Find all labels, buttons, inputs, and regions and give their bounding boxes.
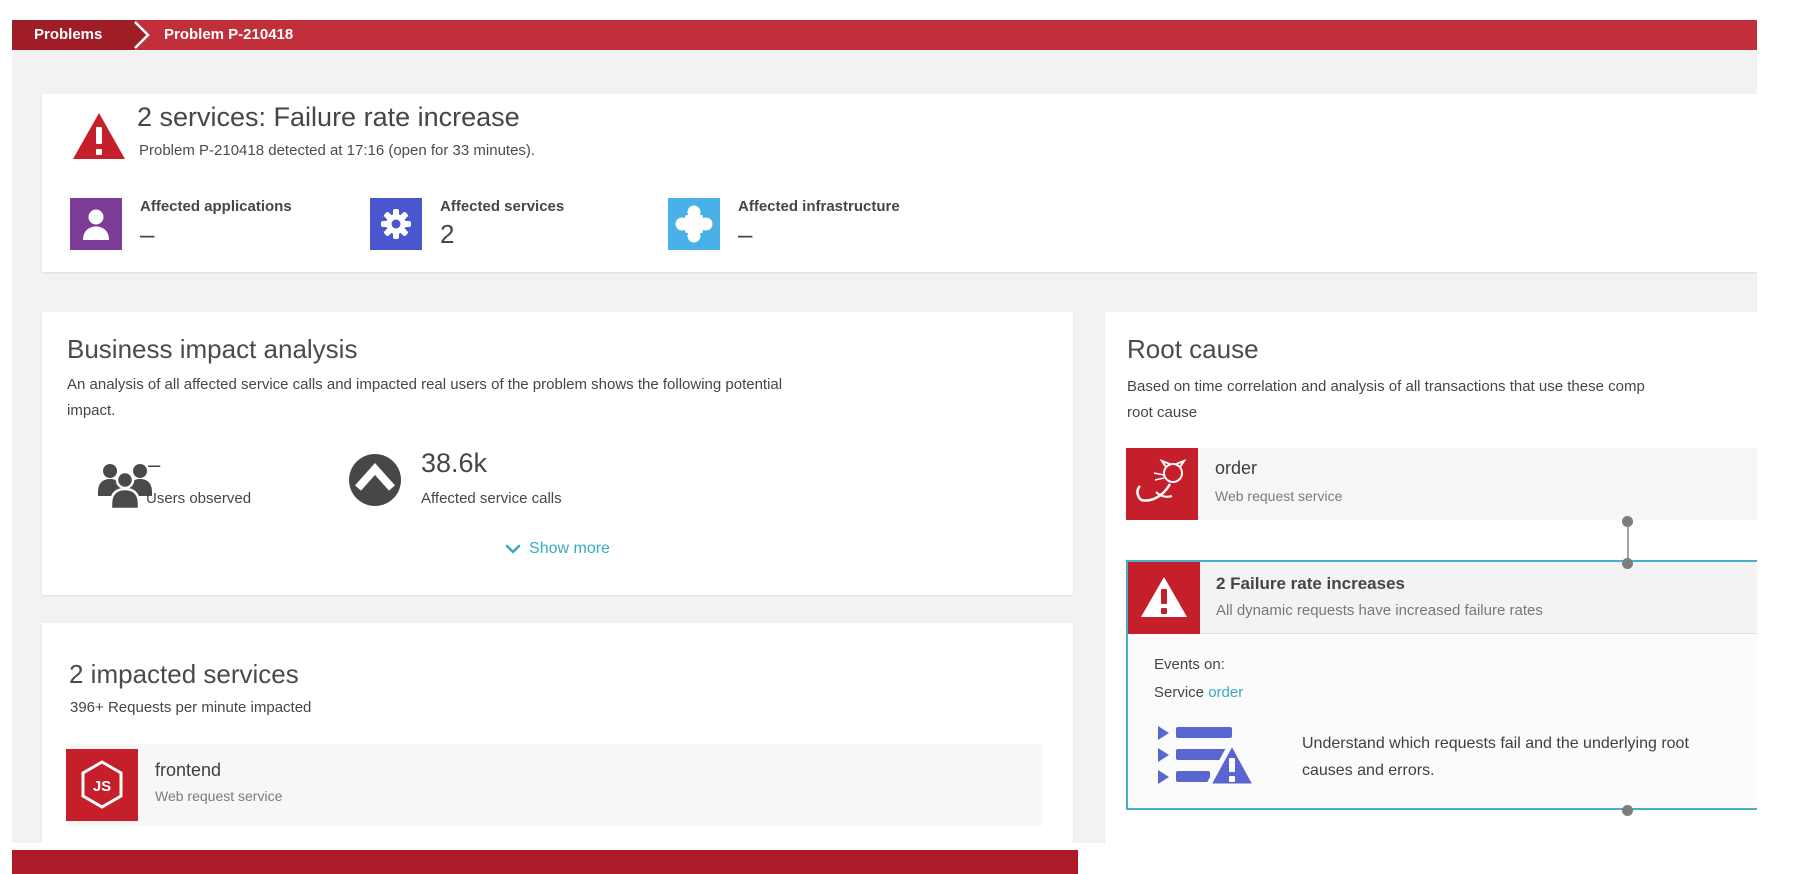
timeline-dot-middle xyxy=(1622,558,1633,569)
timeline-dot-bottom xyxy=(1622,805,1633,816)
breadcrumb-item-current-problem[interactable]: Problem P-210418 xyxy=(164,20,293,50)
affected-service-calls-value: 38.6k xyxy=(421,448,487,479)
problem-title: 2 services: Failure rate increase xyxy=(137,102,520,133)
affected-service-calls-label: Affected service calls xyxy=(421,490,562,507)
event-card-header: 2 Failure rate increases All dynamic req… xyxy=(1128,562,1757,634)
service-calls-icon xyxy=(349,454,401,506)
clipped-red-bar xyxy=(12,850,1078,874)
impacted-services-card: 2 impacted services 396+ Requests per mi… xyxy=(42,623,1073,843)
business-impact-description-line2: impact. xyxy=(67,402,115,419)
problem-page: 2 services: Failure rate increase Proble… xyxy=(12,50,1757,843)
root-cause-description-line1: Based on time correlation and analysis o… xyxy=(1127,378,1645,395)
root-cause-title: Root cause xyxy=(1127,334,1259,365)
breadcrumb-item-problems[interactable]: Problems xyxy=(12,20,130,50)
service-name: order xyxy=(1215,458,1257,479)
events-on-label: Events on: xyxy=(1154,656,1225,673)
service-row-order[interactable]: order Web request service xyxy=(1126,448,1757,520)
service-type: Web request service xyxy=(1215,488,1342,504)
problem-header-card: 2 services: Failure rate increase Proble… xyxy=(42,94,1757,272)
puzzle-icon xyxy=(668,198,720,250)
root-cause-card: Root cause Based on time correlation and… xyxy=(1105,312,1757,843)
affected-services-value: 2 xyxy=(440,219,454,250)
failure-rate-event-card[interactable]: 2 Failure rate increases All dynamic req… xyxy=(1126,560,1757,810)
event-hint-text: Understand which requests fail and the u… xyxy=(1302,730,1720,784)
failed-requests-analysis-icon xyxy=(1156,720,1260,792)
svg-text:JS: JS xyxy=(93,778,111,795)
chevron-down-icon xyxy=(505,544,521,554)
tomcat-icon xyxy=(1126,448,1198,520)
failure-warning-icon xyxy=(1128,562,1200,634)
nodejs-icon: JS xyxy=(66,749,138,821)
users-observed-value: – xyxy=(148,452,160,478)
business-impact-card: Business impact analysis An analysis of … xyxy=(42,312,1073,595)
business-impact-title: Business impact analysis xyxy=(67,334,357,365)
person-icon xyxy=(70,198,122,250)
show-more-button[interactable]: Show more xyxy=(42,540,1073,558)
affected-applications-label: Affected applications xyxy=(140,198,292,215)
show-more-label: Show more xyxy=(529,540,610,557)
gear-icon xyxy=(370,198,422,250)
breadcrumb: Problems Problem P-210418 xyxy=(12,20,1757,50)
affected-infrastructure-value: – xyxy=(738,219,752,250)
affected-infrastructure-label: Affected infrastructure xyxy=(738,198,900,215)
service-type: Web request service xyxy=(155,788,282,804)
entity-type-label: Service xyxy=(1154,684,1208,701)
impacted-services-title: 2 impacted services xyxy=(69,659,299,690)
event-subtitle: All dynamic requests have increased fail… xyxy=(1216,602,1543,619)
service-row-frontend[interactable]: JS frontend Web request service xyxy=(66,744,1042,826)
business-impact-description-line1: An analysis of all affected service call… xyxy=(67,376,782,393)
timeline-dot-top xyxy=(1622,516,1633,527)
order-service-link[interactable]: order xyxy=(1208,684,1243,701)
problem-subtitle: Problem P-210418 detected at 17:16 (open… xyxy=(139,142,535,159)
event-entity-line: Service order xyxy=(1154,684,1243,701)
breadcrumb-chevron-icon xyxy=(130,20,154,50)
affected-applications-value: – xyxy=(140,219,154,250)
service-name: frontend xyxy=(155,760,221,781)
users-observed-label: Users observed xyxy=(146,490,251,507)
problem-severity-warning-icon xyxy=(72,112,126,160)
root-cause-description-line2: root cause xyxy=(1127,404,1197,421)
impacted-services-subtitle: 396+ Requests per minute impacted xyxy=(70,699,311,716)
event-title: 2 Failure rate increases xyxy=(1216,574,1405,594)
affected-services-label: Affected services xyxy=(440,198,564,215)
